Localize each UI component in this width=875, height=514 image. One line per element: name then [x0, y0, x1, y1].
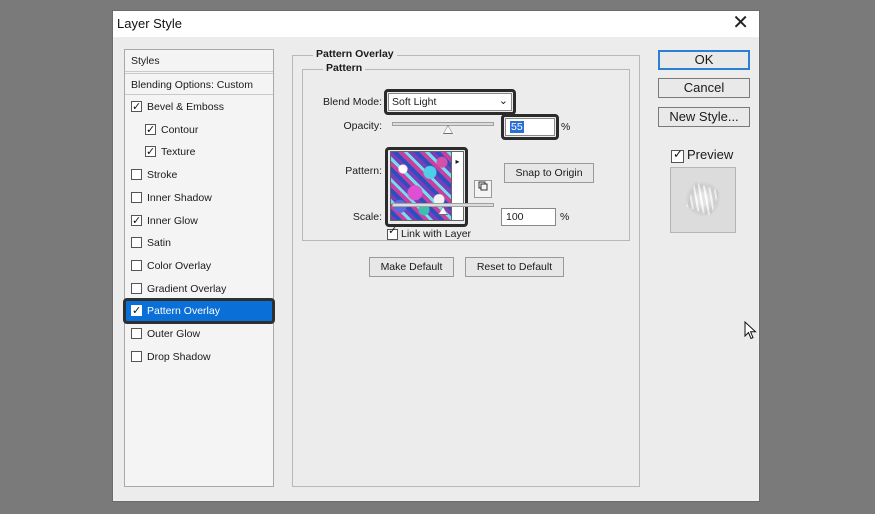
new-preset-icon[interactable]	[474, 180, 492, 198]
style-item-contour[interactable]: ✓ Contour	[125, 119, 273, 141]
style-item-label: Outer Glow	[147, 328, 201, 340]
scale-input[interactable]: 100	[501, 208, 556, 226]
opacity-highlight	[501, 114, 559, 140]
styles-header[interactable]: Styles	[125, 50, 273, 72]
style-checkbox[interactable]	[131, 237, 142, 249]
link-with-layer-label: Link with Layer	[401, 228, 472, 240]
blend-mode-highlight	[384, 89, 516, 115]
dialog-body: Styles Blending Options: Custom ✓ Bevel &…	[114, 37, 758, 500]
styles-list: Styles Blending Options: Custom ✓ Bevel &…	[123, 49, 275, 487]
dialog-title: Layer Style	[117, 16, 183, 31]
style-item-label: Pattern Overlay	[147, 305, 220, 318]
pattern-label: Pattern:	[345, 165, 382, 177]
style-checkbox[interactable]	[131, 350, 142, 362]
reset-to-default-button[interactable]: Reset to Default	[465, 257, 564, 277]
preview-image	[686, 182, 720, 216]
preview-checkbox-box: ✓	[671, 147, 684, 163]
style-checkbox[interactable]	[131, 259, 142, 271]
opacity-percent: %	[561, 121, 571, 133]
check-icon: ✓	[132, 214, 142, 227]
link-checkbox-box: ✓	[387, 225, 398, 240]
style-item-inner-shadow[interactable]: Inner Shadow	[125, 187, 273, 209]
pattern-highlight	[385, 147, 468, 227]
style-item-label: Satin	[147, 237, 171, 250]
scale-label: Scale:	[352, 211, 382, 223]
style-item-satin[interactable]: Satin	[125, 232, 273, 254]
check-icon: ✓	[146, 123, 156, 136]
check-icon: ✓	[146, 146, 156, 159]
style-item-color-overlay[interactable]: Color Overlay	[125, 255, 273, 277]
style-preview-thumbnail	[670, 167, 736, 233]
check-icon: ✓	[132, 101, 142, 113]
style-checkbox[interactable]	[131, 328, 142, 339]
style-checkbox[interactable]	[131, 282, 142, 294]
style-checkbox[interactable]: ✓	[131, 214, 142, 227]
layer-style-dialog: Layer Style ✕ Styles Blending Options: C…	[112, 10, 760, 502]
style-checkbox[interactable]	[131, 169, 142, 181]
blending-options-item[interactable]: Blending Options: Custom	[125, 73, 273, 95]
new-style-button[interactable]: New Style...	[658, 107, 750, 127]
style-item-label: Bevel & Emboss	[147, 101, 225, 113]
style-checkbox[interactable]: ✓	[145, 123, 156, 136]
style-checkbox[interactable]: ✓	[131, 305, 142, 317]
arrow-cursor-icon	[744, 321, 757, 340]
style-checkbox[interactable]: ✓	[145, 146, 156, 158]
close-icon[interactable]: ✕	[732, 12, 749, 34]
style-item-label: Drop Shadow	[147, 350, 211, 363]
style-checkbox[interactable]	[131, 191, 142, 203]
make-default-button[interactable]: Make Default	[369, 257, 454, 277]
blending-options-label: Blending Options: Custom	[131, 79, 253, 91]
title-bar: Layer Style ✕	[113, 11, 759, 37]
scale-percent: %	[560, 211, 570, 223]
snap-to-origin-button[interactable]: Snap to Origin	[504, 163, 594, 183]
style-checkbox[interactable]: ✓	[131, 101, 142, 113]
style-item-drop-shadow[interactable]: Drop Shadow	[125, 346, 273, 368]
style-item-label: Texture	[161, 146, 196, 159]
cancel-button[interactable]: Cancel	[658, 78, 750, 98]
link-with-layer-checkbox[interactable]: ✓ Link with Layer	[387, 225, 487, 242]
pattern-group-title: Pattern	[323, 62, 366, 74]
ok-button[interactable]: OK	[658, 50, 750, 70]
opacity-label: Opacity:	[343, 120, 382, 132]
style-item-inner-glow[interactable]: ✓ Inner Glow	[125, 210, 273, 232]
style-item-gradient-overlay[interactable]: Gradient Overlay	[125, 278, 273, 300]
check-icon: ✓	[388, 225, 398, 237]
style-item-label: Gradient Overlay	[147, 282, 227, 295]
opacity-slider-thumb[interactable]	[443, 125, 454, 134]
style-item-outer-glow[interactable]: Outer Glow	[125, 323, 273, 345]
blend-mode-label: Blend Mode:	[323, 96, 382, 108]
style-item-stroke[interactable]: Stroke	[125, 164, 273, 186]
styles-header-label: Styles	[131, 55, 160, 67]
preview-label: Preview	[687, 147, 734, 162]
scale-value: 100	[506, 211, 524, 223]
check-icon: ✓	[132, 305, 142, 318]
scale-slider-thumb[interactable]	[438, 206, 448, 215]
section-title: Pattern Overlay	[313, 48, 397, 60]
style-item-pattern-overlay[interactable]: ✓ Pattern Overlay	[123, 298, 275, 325]
check-icon: ✓	[673, 147, 684, 161]
style-item-label: Contour	[161, 123, 199, 136]
style-item-label: Color Overlay	[147, 259, 212, 272]
style-item-texture[interactable]: ✓ Texture	[125, 141, 273, 163]
style-item-label: Stroke	[147, 169, 178, 182]
style-item-bevel-emboss[interactable]: ✓ Bevel & Emboss	[125, 96, 273, 118]
style-item-label: Inner Shadow	[147, 191, 212, 204]
style-item-label: Inner Glow	[147, 214, 198, 227]
